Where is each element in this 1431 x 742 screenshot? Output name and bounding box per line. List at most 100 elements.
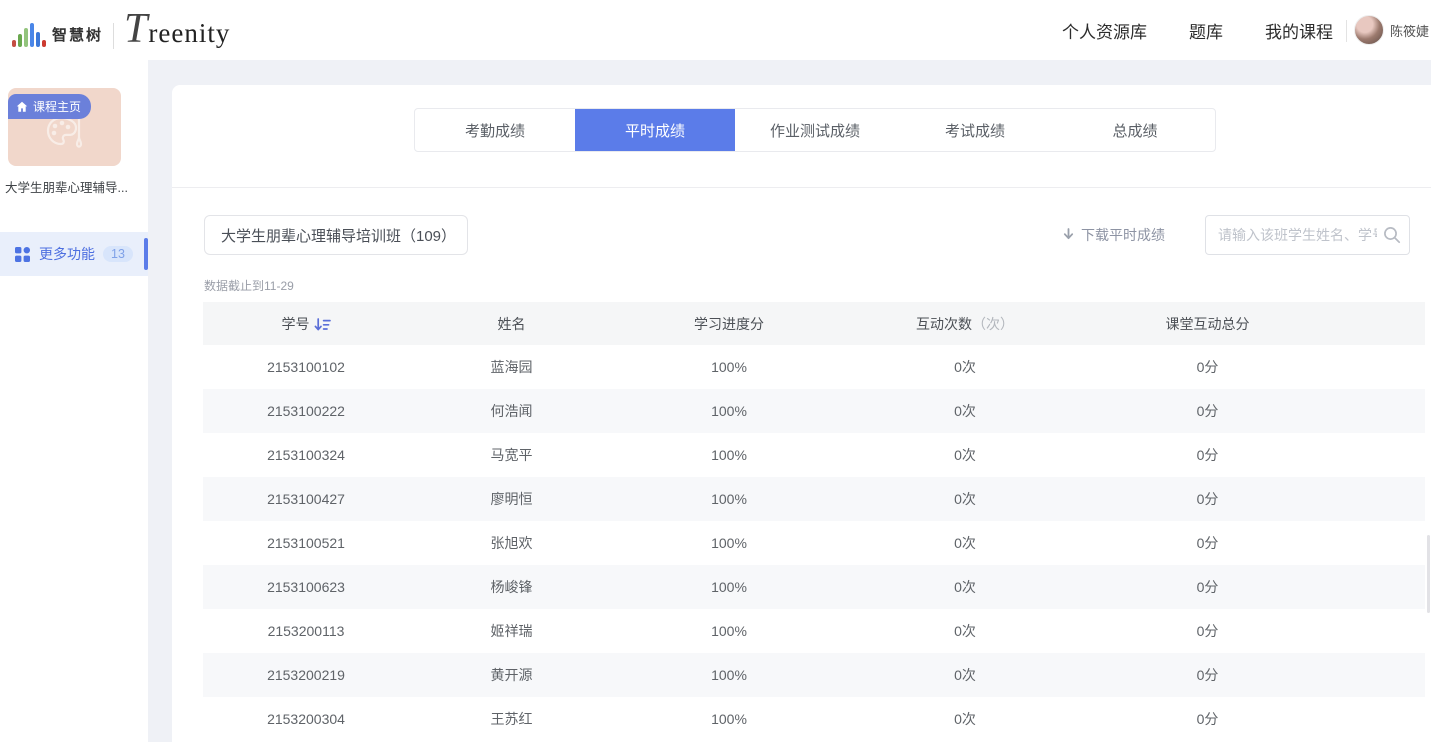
- interaction-count-cell: 0次: [844, 665, 1086, 685]
- course-cover[interactable]: 课程主页: [8, 88, 121, 166]
- download-icon: [1062, 228, 1075, 242]
- search-icon[interactable]: [1383, 226, 1401, 244]
- tab-homework-test-grade[interactable]: 作业测试成绩: [735, 109, 895, 151]
- progress-score-cell: 100%: [614, 579, 844, 595]
- class-selector-value: 大学生朋辈心理辅导培训班（109）: [221, 225, 456, 246]
- download-label: 下载平时成绩: [1081, 225, 1165, 245]
- student-name-cell: 马宽平: [409, 445, 614, 465]
- student-id-cell: 2153100427: [203, 491, 409, 507]
- student-name-cell: 张旭欢: [409, 533, 614, 553]
- progress-score-cell: 100%: [614, 447, 844, 463]
- tab-attendance-grade[interactable]: 考勤成绩: [415, 109, 575, 151]
- user-name: 陈筱婕: [1390, 21, 1429, 40]
- class-interaction-score-cell: 0分: [1086, 577, 1329, 597]
- col-student-name: 姓名: [409, 314, 614, 334]
- nav-question-bank[interactable]: 题库: [1189, 18, 1223, 43]
- student-id-cell: 2153200219: [203, 667, 409, 683]
- grades-table: 学号 姓名 学习进度分 互动次数（次） 课堂互动总分 2153100102: [203, 302, 1425, 741]
- more-functions-label: 更多功能: [39, 244, 95, 264]
- progress-score-cell: 100%: [614, 403, 844, 419]
- table-body: 2153100102 蓝海园 100% 0次 0分 2153100222 何浩闻…: [203, 345, 1425, 741]
- table-row: 2153100222 何浩闻 100% 0次 0分: [203, 389, 1425, 433]
- class-interaction-score-cell: 0分: [1086, 621, 1329, 641]
- table-row: 2153100623 杨峻锋 100% 0次 0分: [203, 565, 1425, 609]
- logo-divider: [113, 23, 114, 49]
- progress-score-cell: 100%: [614, 491, 844, 507]
- section-divider: [172, 187, 1431, 188]
- course-home-badge[interactable]: 课程主页: [8, 94, 91, 119]
- table-row: 2153100427 廖明恒 100% 0次 0分: [203, 477, 1425, 521]
- col-class-interaction-score: 课堂互动总分: [1086, 314, 1329, 334]
- table-row: 2153200304 王苏红 100% 0次 0分: [203, 697, 1425, 741]
- interaction-count-cell: 0次: [844, 709, 1086, 729]
- class-interaction-score-cell: 0分: [1086, 533, 1329, 553]
- student-name-cell: 何浩闻: [409, 401, 614, 421]
- student-search-input[interactable]: [1205, 215, 1410, 255]
- class-interaction-score-cell: 0分: [1086, 445, 1329, 465]
- progress-score-cell: 100%: [614, 623, 844, 639]
- more-functions-count-badge: 13: [103, 246, 133, 262]
- search-box: [1205, 215, 1410, 255]
- class-interaction-score-cell: 0分: [1086, 709, 1329, 729]
- class-interaction-score-cell: 0分: [1086, 665, 1329, 685]
- nav-my-courses[interactable]: 我的课程: [1265, 18, 1333, 43]
- student-name-cell: 黄开源: [409, 665, 614, 685]
- interaction-count-cell: 0次: [844, 621, 1086, 641]
- table-toolbar: 大学生朋辈心理辅导培训班（109） 下载平时成绩: [204, 215, 1410, 255]
- home-icon: [16, 101, 28, 113]
- progress-score-cell: 100%: [614, 535, 844, 551]
- download-regular-grades-link[interactable]: 下载平时成绩: [1062, 225, 1165, 245]
- col-student-id[interactable]: 学号: [203, 314, 409, 334]
- brand-name-cn: 智慧树: [52, 24, 103, 45]
- class-interaction-score-cell: 0分: [1086, 401, 1329, 421]
- sidebar: 课程主页 大学生朋辈心理辅导... 更多功能 13: [0, 60, 148, 742]
- data-cutoff-note: 数据截止到11-29: [204, 277, 294, 294]
- header-divider: [1346, 20, 1347, 42]
- class-selector-dropdown[interactable]: 大学生朋辈心理辅导培训班（109）: [204, 215, 468, 255]
- vertical-scrollbar[interactable]: [1427, 535, 1430, 613]
- grade-tabs: 考勤成绩 平时成绩 作业测试成绩 考试成绩 总成绩: [414, 108, 1216, 152]
- interaction-count-cell: 0次: [844, 577, 1086, 597]
- interaction-count-cell: 0次: [844, 533, 1086, 553]
- class-interaction-score-cell: 0分: [1086, 357, 1329, 377]
- student-id-cell: 2153200113: [203, 623, 409, 639]
- top-header: 智慧树 Treenity 个人资源库 题库 我的课程 陈筱婕: [0, 0, 1431, 60]
- interaction-count-cell: 0次: [844, 357, 1086, 377]
- student-id-cell: 2153200304: [203, 711, 409, 727]
- table-header-row: 学号 姓名 学习进度分 互动次数（次） 课堂互动总分: [203, 302, 1425, 345]
- course-title: 大学生朋辈心理辅导...: [5, 177, 145, 196]
- active-indicator: [144, 238, 148, 270]
- table-row: 2153100102 蓝海园 100% 0次 0分: [203, 345, 1425, 389]
- progress-score-cell: 100%: [614, 359, 844, 375]
- progress-score-cell: 100%: [614, 711, 844, 727]
- tab-regular-grade[interactable]: 平时成绩: [575, 109, 735, 151]
- student-id-cell: 2153100222: [203, 403, 409, 419]
- brand-name-en: Treenity: [124, 5, 230, 53]
- student-id-cell: 2153100521: [203, 535, 409, 551]
- tab-total-grade[interactable]: 总成绩: [1055, 109, 1215, 151]
- primary-nav: 个人资源库 题库 我的课程: [1062, 0, 1333, 60]
- class-interaction-score-cell: 0分: [1086, 489, 1329, 509]
- student-id-cell: 2153100324: [203, 447, 409, 463]
- student-name-cell: 姬祥瑞: [409, 621, 614, 641]
- student-name-cell: 杨峻锋: [409, 577, 614, 597]
- grid-icon: [14, 246, 31, 263]
- progress-score-cell: 100%: [614, 667, 844, 683]
- sort-descending-icon[interactable]: [314, 318, 331, 332]
- brand-logo[interactable]: 智慧树 Treenity: [12, 5, 230, 55]
- interaction-count-cell: 0次: [844, 445, 1086, 465]
- table-row: 2153200113 姬祥瑞 100% 0次 0分: [203, 609, 1425, 653]
- user-menu[interactable]: 陈筱婕: [1354, 0, 1429, 60]
- table-row: 2153100324 马宽平 100% 0次 0分: [203, 433, 1425, 477]
- student-name-cell: 廖明恒: [409, 489, 614, 509]
- sidebar-item-more-functions[interactable]: 更多功能 13: [0, 232, 148, 276]
- nav-personal-resources[interactable]: 个人资源库: [1062, 18, 1147, 43]
- tab-exam-grade[interactable]: 考试成绩: [895, 109, 1055, 151]
- grades-panel: 考勤成绩 平时成绩 作业测试成绩 考试成绩 总成绩 大学生朋辈心理辅导培训班（1…: [172, 85, 1431, 742]
- zhihuishu-bars-icon: [12, 23, 46, 47]
- interaction-count-cell: 0次: [844, 401, 1086, 421]
- student-name-cell: 王苏红: [409, 709, 614, 729]
- col-progress-score: 学习进度分: [614, 314, 844, 334]
- course-badge-label: 课程主页: [33, 98, 81, 115]
- student-name-cell: 蓝海园: [409, 357, 614, 377]
